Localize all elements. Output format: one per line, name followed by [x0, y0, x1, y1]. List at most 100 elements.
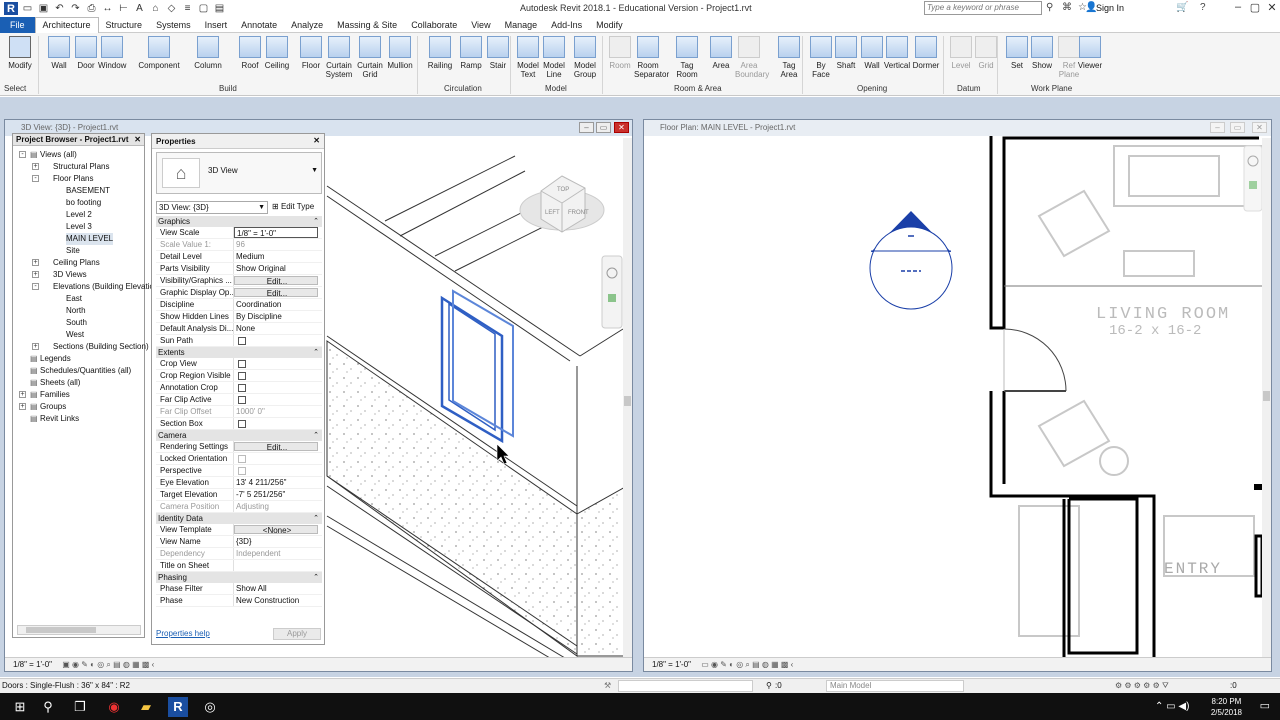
edit-type-button[interactable]: ⊞ Edit Type [272, 201, 314, 213]
collapse-group-icon[interactable]: ⌃ [313, 430, 319, 441]
tool-model-text-15[interactable]: Model Text [514, 35, 542, 79]
browser-item[interactable]: ▤ Schedules/Quantities (all) [13, 365, 144, 377]
tool-shaft-25[interactable]: Shaft [832, 35, 860, 70]
open-icon[interactable]: ▭ [21, 2, 34, 15]
tab-view[interactable]: View [464, 17, 497, 33]
prop-value[interactable]: -7' 5 251/256" [234, 489, 322, 500]
browser-item[interactable]: + ▤ Families [13, 389, 144, 401]
prop-edit-button[interactable]: Edit... [234, 442, 318, 451]
properties-help-link[interactable]: Properties help [156, 629, 210, 638]
tool-railing-12[interactable]: Railing [426, 35, 454, 70]
3d-view-icon[interactable]: ⌂ [149, 2, 162, 15]
prop-input[interactable]: 1/8" = 1'-0" [234, 227, 318, 238]
selection-filter-icons[interactable]: ⚙ ⚙ ⚙ ⚙ ⚙ ⛛ [1115, 679, 1169, 693]
floor-plan-title-bar[interactable]: Floor Plan: MAIN LEVEL - Project1.rvt – … [644, 120, 1271, 136]
expand-icon[interactable]: + [19, 391, 26, 398]
browser-item[interactable]: MAIN LEVEL [13, 233, 144, 245]
browser-item[interactable]: - Elevations (Building Elevation) [13, 281, 161, 293]
tab-collaborate[interactable]: Collaborate [404, 17, 464, 33]
prop-checkbox[interactable] [238, 395, 246, 404]
obs-icon[interactable]: ◎ [200, 697, 220, 717]
collapse-group-icon[interactable]: ⌃ [313, 216, 319, 227]
prop-group-camera[interactable]: Camera ⌃ [156, 430, 322, 441]
design-option-dropdown[interactable]: Main Model [826, 680, 964, 692]
tab-structure[interactable]: Structure [99, 17, 150, 33]
expand-icon[interactable]: + [32, 343, 39, 350]
prop-value[interactable]: 13' 4 211/256" [234, 477, 322, 488]
3d-view-minimize-button[interactable]: – [579, 122, 594, 133]
browser-item[interactable]: - Floor Plans [13, 173, 144, 185]
tray-icons[interactable]: ⌃ ▭ ◀) [1155, 701, 1189, 712]
tab-annotate[interactable]: Annotate [234, 17, 284, 33]
windows-start-icon[interactable]: ⊞ [10, 697, 30, 717]
tool-wall-1[interactable]: Wall [45, 35, 73, 70]
print-icon[interactable]: ⎙ [85, 2, 98, 15]
tab-add-ins[interactable]: Add-Ins [544, 17, 589, 33]
browser-item[interactable]: +3D Views [13, 269, 144, 281]
browser-item[interactable]: North [13, 305, 144, 317]
tool-room-18[interactable]: Room [606, 35, 634, 70]
expand-icon[interactable]: + [32, 271, 39, 278]
tool-set-31[interactable]: Set [1003, 35, 1031, 70]
clock[interactable]: 8:20 PM 2/5/2018 [1211, 696, 1242, 718]
help-icon[interactable]: ? [1200, 2, 1206, 13]
close-button[interactable]: ✕ [1264, 1, 1280, 15]
collapse-icon[interactable]: - [32, 283, 39, 290]
expand-icon[interactable]: + [19, 403, 26, 410]
prop-value[interactable]: New Construction [234, 595, 322, 606]
maximize-button[interactable]: ▢ [1247, 1, 1263, 15]
binoculars-icon[interactable]: ⚲ [1046, 2, 1053, 13]
tool-mullion-11[interactable]: Mullion [386, 35, 414, 70]
prop-value[interactable]: Show All [234, 583, 322, 594]
sign-in-link[interactable]: Sign In [1096, 3, 1124, 13]
browser-item[interactable]: bo footing [13, 197, 144, 209]
prop-value[interactable]: Medium [234, 251, 322, 262]
type-selector[interactable]: ⌂ 3D View ▼ [156, 152, 322, 194]
prop-checkbox[interactable] [238, 371, 246, 380]
tab-massing-site[interactable]: Massing & Site [330, 17, 404, 33]
expand-icon[interactable]: + [32, 163, 39, 170]
chrome-icon[interactable]: ◉ [104, 697, 124, 717]
browser-item[interactable]: + Sections (Building Section) [13, 341, 149, 353]
panel-label-select[interactable]: Select [4, 84, 26, 93]
browser-item[interactable]: West [13, 329, 144, 341]
notifications-icon[interactable]: ▭ [1260, 699, 1270, 712]
plan-view-control-icons[interactable]: ▭ ◉ ✎ ◐ ◎ ⌕ ▤ ◍ ▦ ▩ ‹ [701, 660, 793, 669]
subscription-icon[interactable]: ⌘ [1062, 2, 1072, 13]
tool-component-4[interactable]: Component [137, 35, 181, 70]
file-explorer-icon[interactable]: ▰ [136, 697, 156, 717]
properties-close-icon[interactable]: ✕ [313, 136, 320, 145]
tab-analyze[interactable]: Analyze [284, 17, 330, 33]
floor-plan-window[interactable]: Floor Plan: MAIN LEVEL - Project1.rvt – … [643, 119, 1272, 672]
prop-checkbox[interactable] [238, 359, 246, 368]
browser-item[interactable]: ▤ Revit Links [13, 413, 144, 425]
tool-area-21[interactable]: Area [707, 35, 735, 70]
tool-level-29[interactable]: Level [947, 35, 975, 70]
prop-value[interactable]: By Discipline [234, 311, 322, 322]
section-icon[interactable]: ◇ [165, 2, 178, 15]
tool-wall-26[interactable]: Wall [858, 35, 886, 70]
prop-group-graphics[interactable]: Graphics ⌃ [156, 216, 322, 227]
tool-curtain-system-9[interactable]: Curtain System [325, 35, 353, 79]
collapse-icon[interactable]: - [32, 175, 39, 182]
browser-item[interactable]: + Ceiling Plans [13, 257, 144, 269]
prop-value[interactable]: Show Original [234, 263, 322, 274]
tool-ramp-13[interactable]: Ramp [457, 35, 485, 70]
tab-manage[interactable]: Manage [498, 17, 545, 33]
search-icon[interactable]: ⚲ [38, 697, 58, 717]
project-browser-close-icon[interactable]: ✕ [134, 134, 141, 146]
browser-item[interactable]: East [13, 293, 144, 305]
prop-group-extents[interactable]: Extents ⌃ [156, 347, 322, 358]
view-control-icons[interactable]: ▣ ◉ ✎ ◐ ◎ ⌕ ▤ ◍ ▦ ▩ ‹ [62, 660, 154, 669]
browser-item[interactable]: BASEMENT [13, 185, 144, 197]
browser-item[interactable]: + ▤ Groups [13, 401, 144, 413]
view-instance-selector[interactable]: 3D View: {3D} ▼ [156, 201, 268, 214]
browser-item[interactable]: + Structural Plans [13, 161, 144, 173]
tool-room-separator-19[interactable]: Room Separator [634, 35, 669, 79]
tool-roof-6[interactable]: Roof [236, 35, 264, 70]
tool-viewer-34[interactable]: Viewer [1076, 35, 1104, 70]
prop-value[interactable]: None [234, 323, 322, 334]
prop-checkbox[interactable] [238, 336, 246, 345]
prop-value[interactable]: {3D} [234, 536, 322, 547]
revit-logo-icon[interactable]: R [4, 2, 18, 15]
